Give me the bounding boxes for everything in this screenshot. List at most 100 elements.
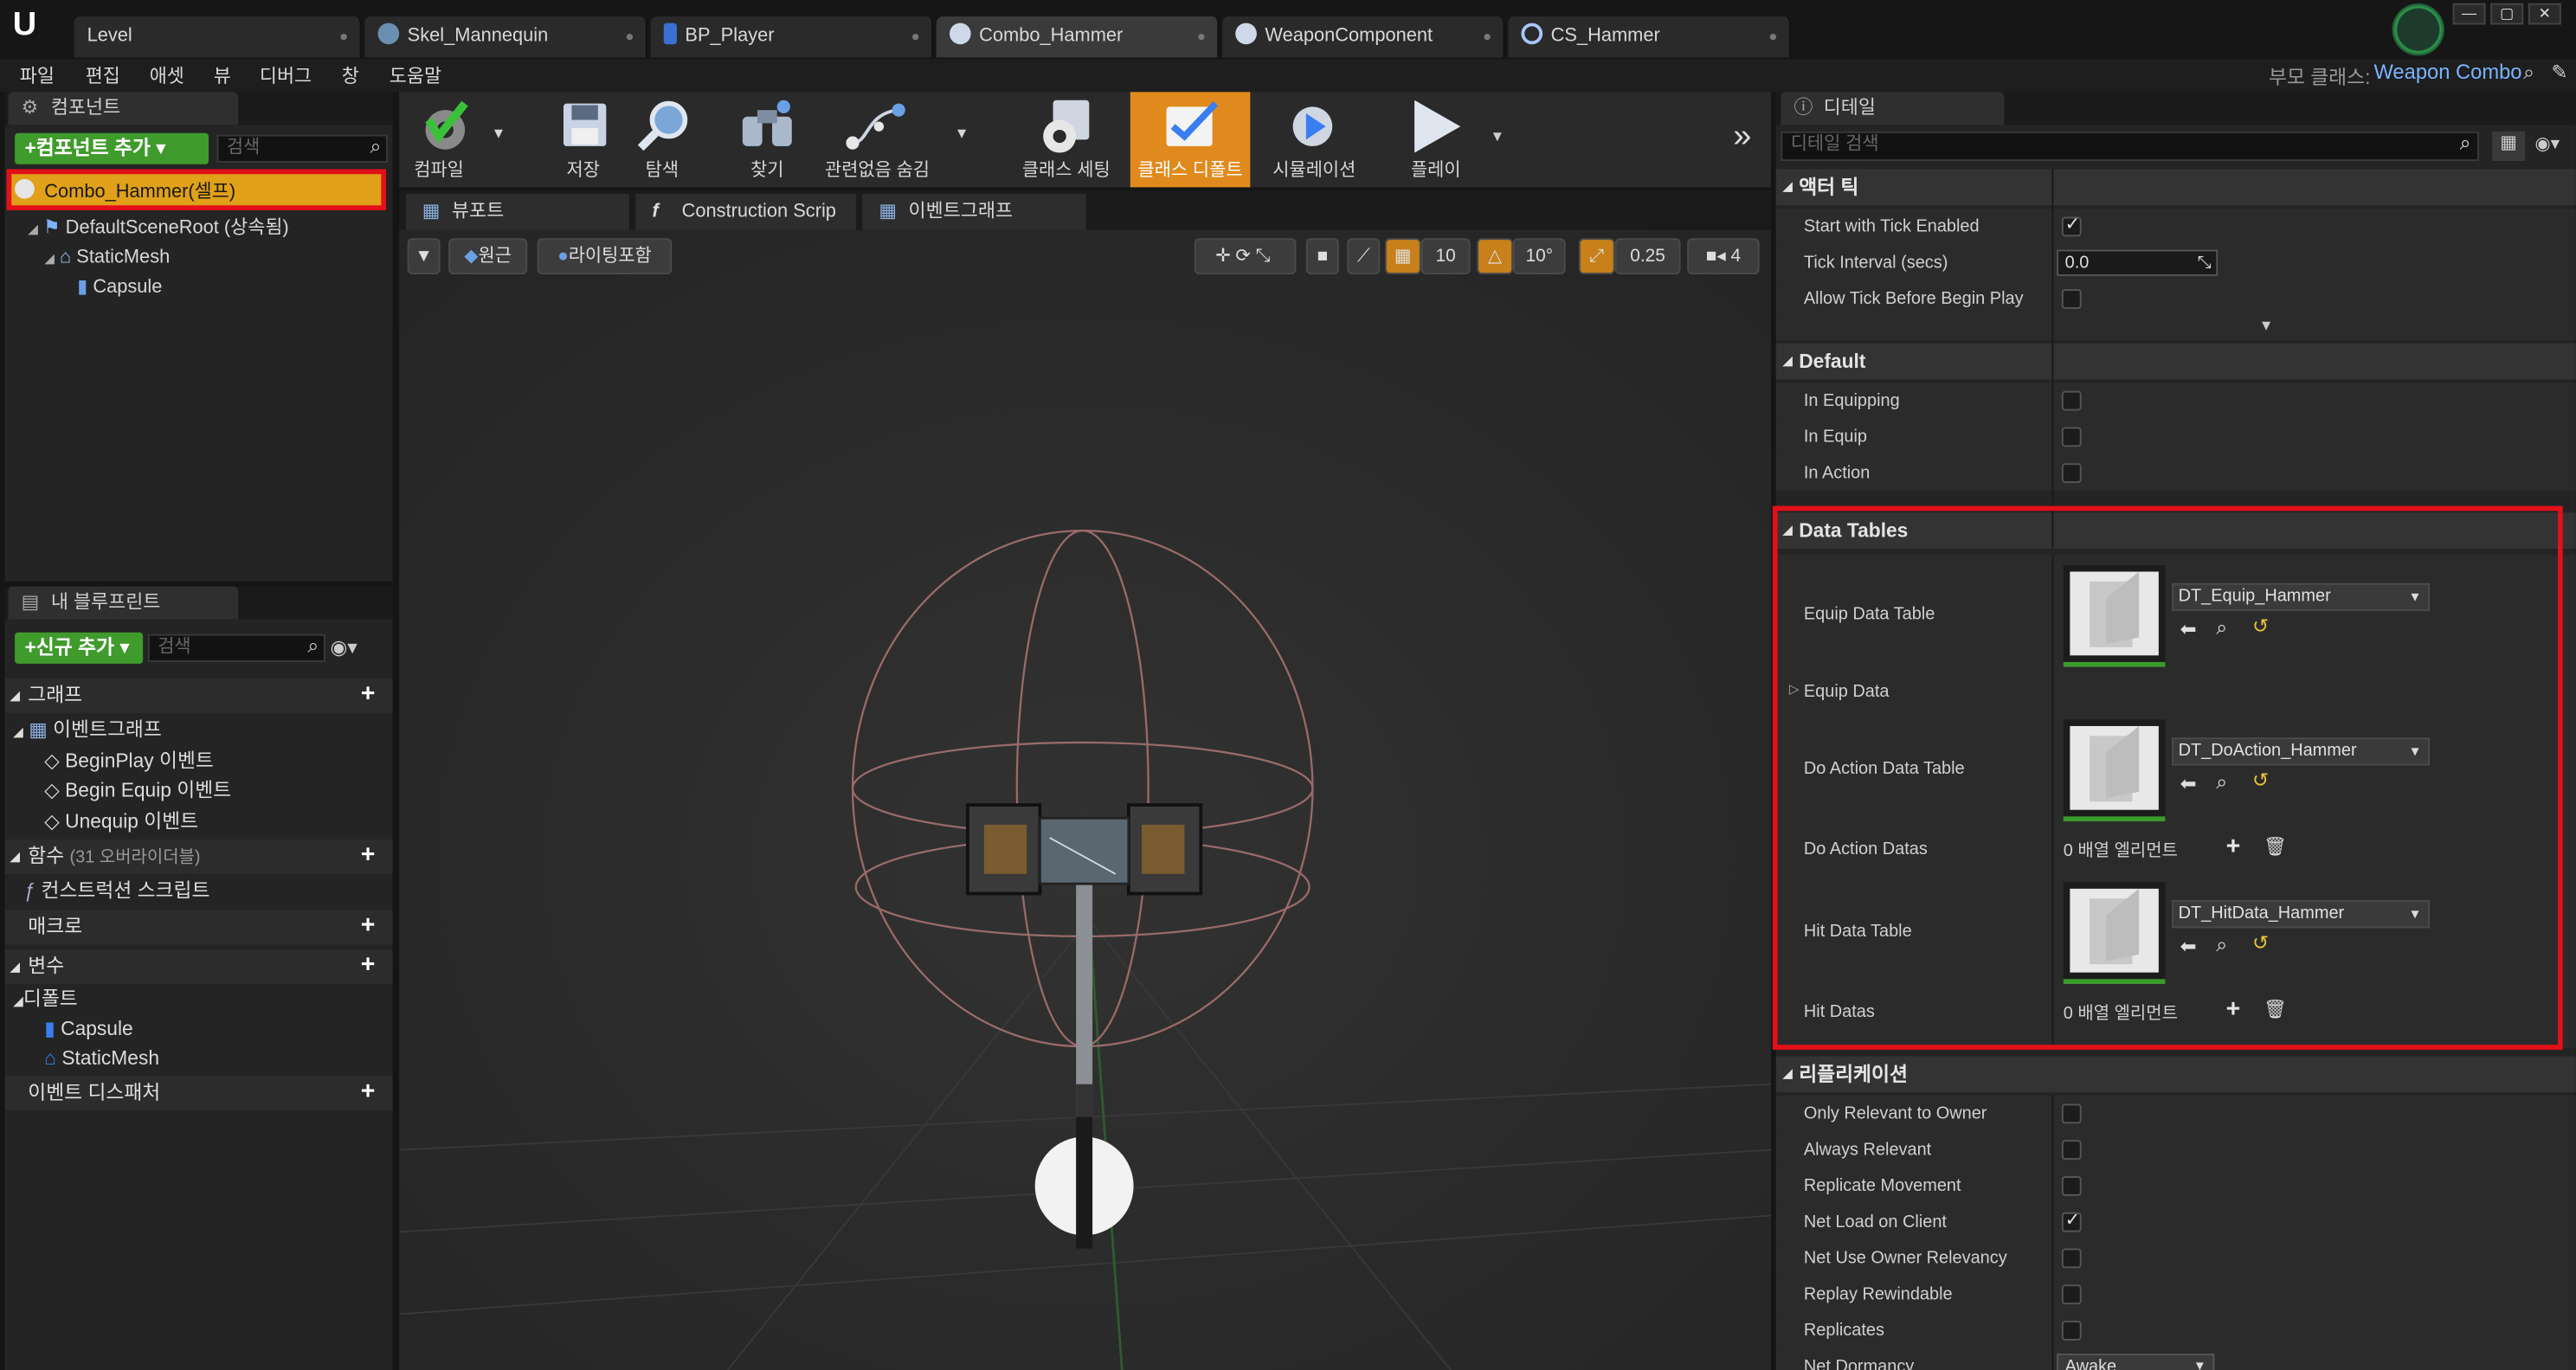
start-with-tick-checkbox[interactable] [2061,214,2082,237]
close-window-button[interactable]: ✕ [2528,3,2561,25]
close-icon[interactable]: ● [1197,16,1206,57]
transform-tools[interactable]: ✛⟳⤡ [1194,238,1297,274]
maximize-button[interactable]: ▢ [2490,3,2524,25]
always-relevant-checkbox[interactable] [2061,1140,2082,1161]
menu-view[interactable]: 뷰 [214,62,231,88]
event-item[interactable]: ◇ BeginPlay 이벤트 [44,746,214,775]
replicate-movement-checkbox[interactable] [2061,1176,2082,1196]
event-dispatchers-section[interactable]: 이벤트 디스패처 + [4,1076,393,1111]
tab-event-graph[interactable]: ▦ 이벤트그래프 [862,193,1086,230]
lighting-mode-button[interactable]: ●라이팅포함 [537,238,673,274]
viewport[interactable]: ▼ ◆원근 ●라이팅포함 ✛⟳⤡ ■ ⟋ ▦ 10 △ 10° ⤢ 0.25 ■… [399,229,1771,1370]
net-load-checkbox[interactable] [2061,1209,2082,1232]
scale-snap-toggle[interactable]: ⤢ [1578,238,1615,274]
advanced-expand-icon[interactable]: ▼ [1775,317,2576,340]
add-graph-icon[interactable]: + [357,682,380,706]
grid-snap-toggle[interactable]: ▦ [1384,238,1421,274]
replay-rewindable-checkbox[interactable] [2061,1284,2082,1305]
section-replication[interactable]: ◢ 리플리케이션 [1775,1056,2576,1093]
simulation-button[interactable]: 시뮬레이션 [1260,92,1368,187]
component-static-mesh[interactable]: ◢ ⌂ StaticMesh [44,243,170,273]
tab-my-blueprint[interactable]: ▤ 내 블루프린트 [8,586,239,620]
wrench-icon[interactable]: ✎ [2551,61,2567,84]
save-button[interactable]: 저장 [551,92,616,187]
variables-section[interactable]: ◢ 변수 + [4,949,393,984]
search-icon[interactable]: ⌕ [2523,61,2534,85]
tab-bp-player[interactable]: BP_Player ● [650,16,934,58]
menu-edit[interactable]: 편집 [86,62,120,88]
viewport-options-button[interactable]: ▼ [407,238,441,274]
parent-class-link[interactable]: Weapon Combo [2373,61,2521,84]
net-dormancy-dropdown[interactable]: Awake ▼ [2057,1354,2215,1370]
add-function-icon[interactable]: + [357,843,380,868]
scale-snap-value[interactable]: 0.25 [1614,238,1681,274]
play-button[interactable]: 플레이 [1392,92,1480,187]
add-variable-icon[interactable]: + [357,953,380,978]
add-component-button[interactable]: +컴포넌트 추가 ▾ [15,132,209,164]
component-default-scene-root[interactable]: ◢ ⚑ DefaultSceneRoot (상속됨) [28,214,288,243]
menu-debug[interactable]: 디버그 [260,62,312,88]
minimize-button[interactable]: — [2452,3,2486,25]
section-actor-tick[interactable]: ◢ 액터 틱 [1775,169,2576,206]
add-macro-icon[interactable]: + [357,913,380,937]
menu-help[interactable]: 도움말 [390,62,441,88]
class-defaults-button[interactable]: 클래스 디폴트 [1130,92,1251,188]
add-dispatcher-icon[interactable]: + [357,1079,380,1104]
tab-viewport[interactable]: ▦ 뷰포트 [405,193,629,230]
unreal-logo-icon[interactable]: U [7,7,43,43]
event-graph-item[interactable]: ◢ ▦ 이벤트그래프 [13,715,162,744]
tab-weapon-component[interactable]: WeaponComponent ● [1222,16,1505,58]
variable-item[interactable]: ▮ Capsule [44,1013,132,1043]
section-default[interactable]: ◢ Default [1775,343,2576,380]
menu-file[interactable]: 파일 [20,62,55,88]
perspective-button[interactable]: ◆원근 [448,238,528,274]
net-use-owner-checkbox[interactable] [2061,1248,2082,1269]
close-icon[interactable]: ● [1768,16,1777,57]
eye-icon[interactable]: ◉▾ [330,636,357,659]
find-button[interactable]: 찾기 [724,92,810,187]
grid-snap-value[interactable]: 10 [1420,238,1471,274]
component-capsule[interactable]: ▮ Capsule [77,273,162,302]
tab-skel-mannequin[interactable]: Skel_Mannequin ● [364,16,647,58]
graphs-section[interactable]: ◢ 그래프 + [4,678,393,713]
tab-cs-hammer[interactable]: CS_Hammer ● [1508,16,1791,58]
play-options-arrow-icon[interactable]: ▼ [1490,128,1504,145]
rotation-snap-toggle[interactable]: △ [1477,238,1513,274]
replicates-checkbox[interactable] [2061,1321,2082,1341]
tick-interval-field[interactable]: 0.0 ⤡ [2057,249,2219,276]
browse-button[interactable]: 탐색 [626,92,699,187]
functions-section[interactable]: ◢ 함수 (31 오버라이더블) + [4,839,393,874]
variable-item[interactable]: ⌂ StaticMesh [44,1043,159,1072]
world-local-toggle[interactable]: ■ [1305,238,1339,274]
tab-details[interactable]: ⓘ 디테일 [1781,92,2005,125]
in-equipping-checkbox[interactable] [2061,390,2082,411]
tab-components[interactable]: ⚙ 컴포넌트 [8,92,239,125]
eye-icon[interactable]: ◉▾ [2534,133,2560,155]
close-icon[interactable]: ● [911,16,920,57]
toolbar-overflow-icon[interactable]: » [1733,119,1751,157]
close-icon[interactable]: ● [625,16,634,57]
in-action-checkbox[interactable] [2061,463,2082,484]
rotation-snap-value[interactable]: 10° [1512,238,1566,274]
menu-asset[interactable]: 애셋 [150,62,184,88]
dropdown-arrow-icon[interactable]: ▼ [955,125,969,141]
close-icon[interactable]: ● [339,16,348,57]
camera-speed-button[interactable]: ■◂ 4 [1687,238,1760,274]
surface-snap-button[interactable]: ⟋ [1347,238,1381,274]
menu-window[interactable]: 창 [342,62,359,88]
defaults-category[interactable]: ◢디폴트 [13,984,78,1013]
property-matrix-icon[interactable]: ▦ [2492,131,2526,162]
construction-script-item[interactable]: ƒ 컨스트럭션 스크립트 [24,876,209,905]
compile-button[interactable]: ▼ 컴파일 [406,92,508,187]
event-item[interactable]: ◇ Begin Equip 이벤트 [44,775,231,805]
source-control-icon[interactable] [2392,3,2445,56]
hide-unrelated-button[interactable]: ▼ 관련없음 숨김 [820,92,969,187]
in-equip-checkbox[interactable] [2061,427,2082,447]
event-item[interactable]: ◇ Unequip 이벤트 [44,807,198,836]
class-settings-button[interactable]: 클래스 세팅 [1014,92,1118,187]
dropdown-arrow-icon[interactable]: ▼ [491,125,506,141]
tab-construction-script[interactable]: f Construction Scrip [635,193,856,230]
tab-level[interactable]: Level ● [74,16,362,58]
blueprint-search-input[interactable]: 검색 ⌕ [147,634,325,662]
add-new-button[interactable]: +신규 추가 ▾ [15,632,144,664]
